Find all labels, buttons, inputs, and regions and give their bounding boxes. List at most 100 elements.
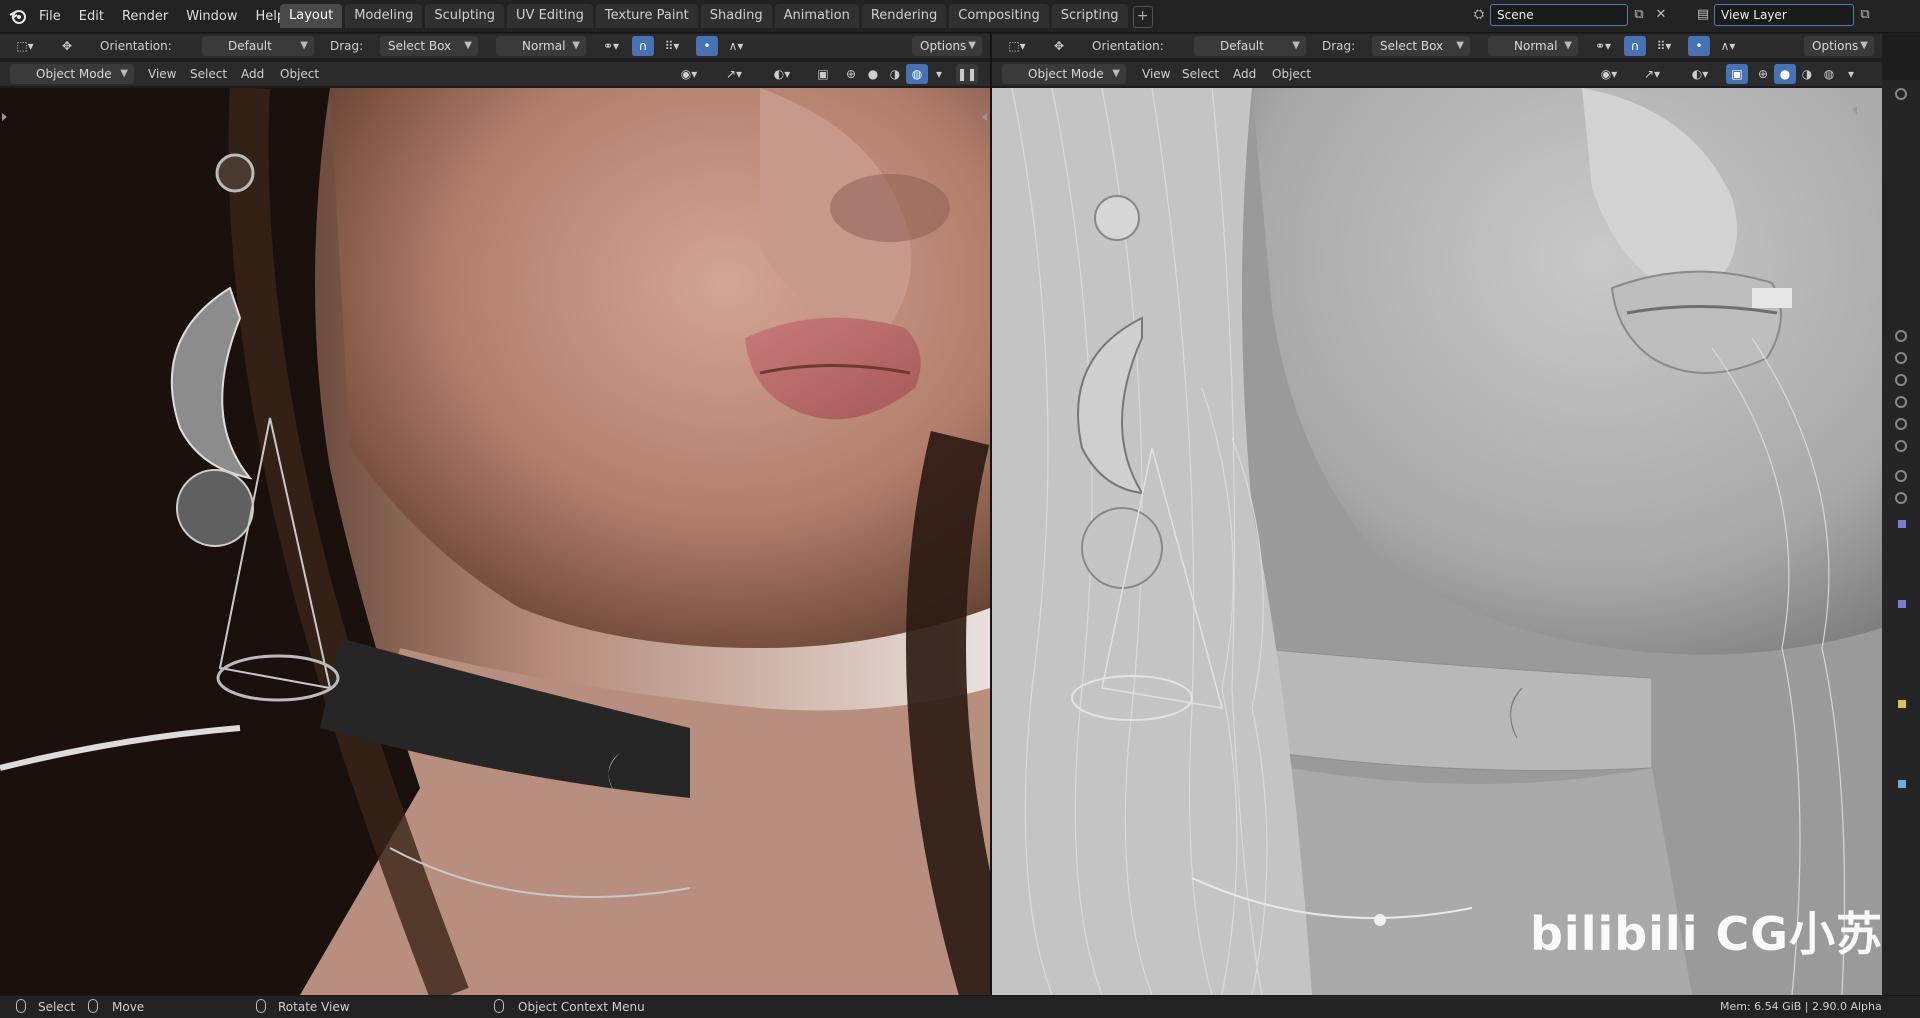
- scene-field[interactable]: Scene: [1490, 4, 1628, 26]
- material-icon[interactable]: [1898, 600, 1906, 608]
- render-icon[interactable]: [1898, 700, 1906, 708]
- pivot-dropdown[interactable]: Normal ▼: [1488, 36, 1578, 56]
- add-workspace-button[interactable]: +: [1132, 6, 1153, 28]
- overlay-icon[interactable]: ◐▾: [762, 64, 802, 84]
- material-shading-icon[interactable]: ◑: [884, 64, 906, 84]
- drag-dropdown[interactable]: Select Box ▼: [1372, 36, 1470, 56]
- add-menu[interactable]: Add: [1233, 64, 1256, 84]
- transform-gizmo-icon[interactable]: ✥: [56, 36, 78, 56]
- mode-dropdown[interactable]: Object Mode ▼: [10, 64, 134, 84]
- orientation-dropdown[interactable]: Default ▼: [202, 36, 314, 56]
- left-viewport-rendered[interactable]: [0, 88, 990, 995]
- mode-dropdown[interactable]: Object Mode ▼: [1002, 64, 1126, 84]
- options-dropdown[interactable]: Options ▼: [1804, 36, 1874, 56]
- rendered-shading-icon[interactable]: ◍: [906, 64, 928, 84]
- select-menu[interactable]: Select: [190, 64, 227, 84]
- material-shading-icon[interactable]: ◑: [1796, 64, 1818, 84]
- falloff-icon[interactable]: ∧▾: [720, 36, 752, 56]
- tab-layout[interactable]: Layout: [280, 4, 343, 28]
- blender-logo-icon[interactable]: [8, 6, 28, 26]
- right-viewport-solid[interactable]: bilibili CG小苏: [992, 88, 1882, 995]
- view-menu[interactable]: View: [148, 64, 176, 84]
- properties-tab-icon[interactable]: [1895, 330, 1907, 342]
- snap-toggle-icon[interactable]: ∩: [1624, 36, 1646, 56]
- tab-sculpting[interactable]: Sculpting: [425, 4, 505, 28]
- xray-icon[interactable]: ▣: [1726, 64, 1748, 84]
- view-layer-icon[interactable]: ▤: [1692, 5, 1714, 25]
- options-dropdown[interactable]: Options ▼: [912, 36, 982, 56]
- properties-tab-icon[interactable]: [1895, 88, 1907, 100]
- view-layer-field[interactable]: View Layer: [1714, 4, 1854, 26]
- close-scene-icon[interactable]: ✕: [1650, 5, 1672, 25]
- orientation-value: Default: [228, 39, 272, 53]
- status-bar: Select Move Rotate View Object Context M…: [0, 995, 1920, 1018]
- pivot-value: Normal: [1514, 39, 1558, 53]
- overlay-icon[interactable]: ◐▾: [1680, 64, 1720, 84]
- watermark: bilibili CG小苏: [1530, 907, 1882, 961]
- scene-icon[interactable]: ⛭: [1468, 5, 1490, 25]
- transform-gizmo-icon[interactable]: ✥: [1048, 36, 1070, 56]
- object-data-icon[interactable]: [1898, 520, 1906, 528]
- orientation-dropdown[interactable]: Default ▼: [1194, 36, 1306, 56]
- rendered-shading-icon[interactable]: ◍: [1818, 64, 1840, 84]
- tab-texture-paint[interactable]: Texture Paint: [595, 4, 698, 28]
- toolbar-expand-icon[interactable]: [2, 113, 7, 121]
- tab-uv-editing[interactable]: UV Editing: [507, 4, 593, 28]
- properties-tab-icon[interactable]: [1895, 418, 1907, 430]
- drag-value: Select Box: [388, 39, 452, 53]
- properties-tab-icon[interactable]: [1895, 492, 1907, 504]
- menu-file[interactable]: File: [30, 9, 70, 24]
- proportional-edit-icon[interactable]: •: [696, 36, 718, 56]
- copy-view-layer-icon[interactable]: ⧉: [1854, 5, 1876, 25]
- add-menu[interactable]: Add: [241, 64, 264, 84]
- solid-shading-icon[interactable]: ●: [862, 64, 884, 84]
- properties-tab-icon[interactable]: [1895, 440, 1907, 452]
- pause-render-icon[interactable]: ❚❚: [956, 64, 978, 84]
- proportional-edit-icon[interactable]: •: [1688, 36, 1710, 56]
- snap-target-icon[interactable]: ⠿▾: [656, 36, 688, 56]
- object-menu[interactable]: Object: [280, 64, 319, 84]
- object-menu[interactable]: Object: [1272, 64, 1311, 84]
- wireframe-shading-icon[interactable]: ⊕: [840, 64, 862, 84]
- menu-render[interactable]: Render: [113, 9, 177, 24]
- tab-animation[interactable]: Animation: [774, 4, 859, 28]
- snap-target-icon[interactable]: ⠿▾: [1648, 36, 1680, 56]
- pivot-dropdown[interactable]: Normal ▼: [496, 36, 586, 56]
- shading-options-icon[interactable]: ▾: [1840, 64, 1862, 84]
- xray-icon[interactable]: ▣: [812, 64, 834, 84]
- tab-compositing[interactable]: Compositing: [949, 4, 1049, 28]
- visibility-icon[interactable]: ◉▾: [1592, 64, 1626, 84]
- tab-scripting[interactable]: Scripting: [1051, 4, 1128, 28]
- select-tool-icon[interactable]: ⬚▾: [8, 36, 42, 56]
- transform-pivot-icon[interactable]: ⚭▾: [596, 36, 626, 56]
- properties-tab-icon[interactable]: [1895, 374, 1907, 386]
- menu-edit[interactable]: Edit: [70, 9, 113, 24]
- transform-pivot-icon[interactable]: ⚭▾: [1588, 36, 1618, 56]
- gizmo-icon[interactable]: ↗▾: [1632, 64, 1672, 84]
- visibility-icon[interactable]: ◉▾: [672, 64, 706, 84]
- tab-rendering[interactable]: Rendering: [861, 4, 947, 28]
- sidebar-expand-icon[interactable]: [1852, 106, 1857, 114]
- orientation-label: Orientation:: [100, 39, 172, 53]
- view-menu[interactable]: View: [1142, 64, 1170, 84]
- wireframe-shading-icon[interactable]: ⊕: [1752, 64, 1774, 84]
- snap-toggle-icon[interactable]: ∩: [632, 36, 654, 56]
- sidebar-expand-icon[interactable]: [982, 113, 987, 121]
- properties-tab-icon[interactable]: [1895, 352, 1907, 364]
- properties-tab-icon[interactable]: [1895, 470, 1907, 482]
- select-tool-icon[interactable]: ⬚▾: [1000, 36, 1034, 56]
- menu-window[interactable]: Window: [177, 9, 246, 24]
- select-menu[interactable]: Select: [1182, 64, 1219, 84]
- mouse-right-icon: [494, 999, 504, 1013]
- world-icon[interactable]: [1898, 780, 1906, 788]
- copy-scene-icon[interactable]: ⧉: [1628, 5, 1650, 25]
- properties-tab-icon[interactable]: [1895, 396, 1907, 408]
- drag-dropdown[interactable]: Select Box ▼: [380, 36, 478, 56]
- falloff-icon[interactable]: ∧▾: [1712, 36, 1744, 56]
- tab-modeling[interactable]: Modeling: [345, 4, 423, 28]
- status-select: Select: [38, 1000, 76, 1014]
- tab-shading[interactable]: Shading: [700, 4, 772, 28]
- gizmo-icon[interactable]: ↗▾: [714, 64, 754, 84]
- shading-options-icon[interactable]: ▾: [928, 64, 950, 84]
- solid-shading-icon[interactable]: ●: [1774, 64, 1796, 84]
